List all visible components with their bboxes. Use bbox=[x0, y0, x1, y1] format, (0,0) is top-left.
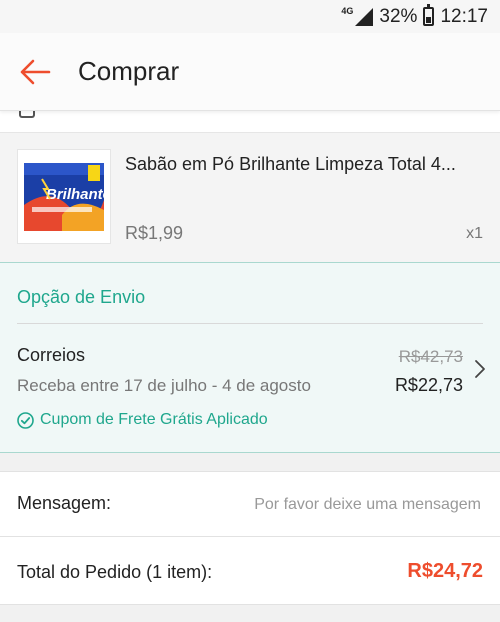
order-total-row: Total do Pedido (1 item): R$24,72 bbox=[0, 537, 500, 605]
coupon-label: Cupom de Frete Grátis Aplicado bbox=[40, 411, 268, 428]
coupon-status: Cupom de Frete Grátis Aplicado bbox=[17, 411, 268, 429]
check-circle-icon bbox=[17, 411, 34, 429]
clock: 12:17 bbox=[440, 5, 488, 27]
shipping-price: R$22,73 bbox=[394, 375, 463, 395]
battery-icon bbox=[423, 4, 435, 26]
delivery-estimate: Receba entre 17 de julho - 4 de agosto bbox=[17, 376, 311, 395]
shop-header-partial bbox=[0, 106, 500, 133]
battery-percent: 32% bbox=[379, 5, 418, 27]
product-item[interactable]: Brilhante Sabão em Pó Brilhante Limpeza … bbox=[0, 133, 500, 262]
product-name: Sabão em Pó Brilhante Limpeza Total 4... bbox=[125, 154, 456, 174]
back-button[interactable] bbox=[0, 33, 70, 110]
status-bar: 4G 32% 12:17 bbox=[0, 0, 500, 33]
network-type: 4G bbox=[341, 5, 354, 16]
signal-icon bbox=[355, 7, 374, 26]
page-title: Comprar bbox=[78, 56, 180, 86]
app-bar: Comprar bbox=[0, 33, 500, 111]
chevron-right-icon bbox=[475, 360, 485, 378]
product-image: Brilhante bbox=[17, 149, 111, 244]
detergent-box-icon: Brilhante bbox=[24, 162, 106, 231]
message-label: Mensagem: bbox=[17, 493, 112, 513]
message-row: Mensagem: bbox=[0, 471, 500, 537]
shipping-carrier: Correios bbox=[17, 345, 86, 365]
order-total-value: R$24,72 bbox=[407, 560, 483, 582]
divider bbox=[17, 323, 483, 324]
shipping-section: Opção de Envio Correios Receba entre 17 … bbox=[0, 262, 500, 453]
product-price: R$1,99 bbox=[125, 223, 184, 243]
product-image-brand: Brilhante bbox=[46, 186, 106, 203]
message-input[interactable] bbox=[219, 490, 483, 520]
shipping-original-price: R$42,73 bbox=[398, 347, 463, 366]
product-quantity: x1 bbox=[466, 225, 483, 242]
shipping-header: Opção de Envio bbox=[17, 287, 146, 307]
arrow-left-icon bbox=[20, 59, 51, 84]
order-total-label: Total do Pedido (1 item): bbox=[17, 562, 213, 582]
